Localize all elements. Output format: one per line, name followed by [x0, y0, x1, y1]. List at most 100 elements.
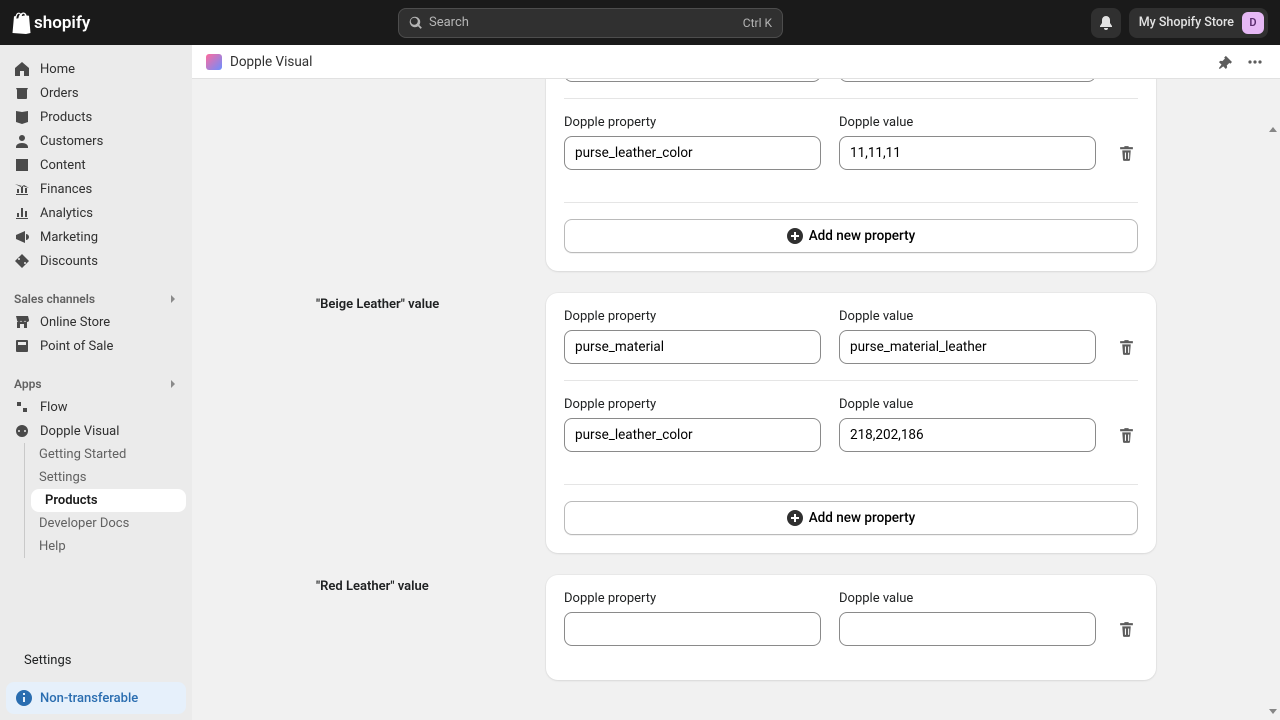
- property-row: Dopple property Dopple value: [564, 380, 1138, 468]
- sidebar-sub-help[interactable]: Help: [25, 535, 192, 558]
- trash-icon: [1118, 339, 1135, 356]
- apps-header[interactable]: Apps: [0, 370, 192, 395]
- trash-icon: [1118, 621, 1135, 638]
- property-input[interactable]: [564, 330, 821, 364]
- search-input[interactable]: Search Ctrl K: [398, 8, 783, 38]
- property-input[interactable]: [564, 418, 821, 452]
- variant-row: "Red Leather" value Dopple property Dopp…: [316, 575, 1156, 680]
- value-label: Dopple value: [839, 397, 1096, 412]
- analytics-icon: [14, 205, 30, 221]
- avatar: D: [1242, 12, 1264, 34]
- dopple-icon: [14, 423, 30, 439]
- more-button[interactable]: [1244, 60, 1266, 64]
- sidebar-item-analytics[interactable]: Analytics: [0, 201, 192, 225]
- property-row: Dopple property Dopple value: [564, 591, 1138, 662]
- sales-channels-header[interactable]: Sales channels: [0, 285, 192, 310]
- bell-icon: [1098, 15, 1114, 31]
- variant-card: Dopple property Dopple value Dopple prop…: [546, 293, 1156, 553]
- value-input[interactable]: [839, 330, 1096, 364]
- notifications-button[interactable]: [1091, 8, 1121, 38]
- topbar: shopify Search Ctrl K My Shopify Store D: [0, 0, 1280, 45]
- value-input[interactable]: [839, 136, 1096, 170]
- variant-title: "Red Leather" value: [316, 579, 526, 594]
- sidebar-item-finances[interactable]: Finances: [0, 177, 192, 201]
- shopify-logo[interactable]: shopify: [12, 12, 90, 34]
- content-area: Dopple Visual Product Options Select pro…: [192, 45, 1280, 720]
- value-input[interactable]: [839, 612, 1096, 646]
- sidebar-sub-settings[interactable]: Settings: [25, 466, 192, 489]
- plus-circle-icon: [787, 228, 803, 244]
- search-icon: [409, 16, 423, 30]
- delete-property-button[interactable]: [1114, 330, 1138, 364]
- add-property-button[interactable]: Add new property: [564, 219, 1138, 253]
- delete-property-button[interactable]: [1114, 79, 1138, 82]
- marketing-icon: [14, 229, 30, 245]
- sidebar-settings[interactable]: Settings: [0, 645, 192, 676]
- sidebar-item-marketing[interactable]: Marketing: [0, 225, 192, 249]
- pin-button[interactable]: [1214, 55, 1236, 69]
- property-input[interactable]: [564, 136, 821, 170]
- app-header: Dopple Visual: [192, 45, 1280, 79]
- content-icon: [14, 157, 30, 173]
- finances-icon: [14, 181, 30, 197]
- store-switcher[interactable]: My Shopify Store D: [1129, 8, 1268, 38]
- property-row: Dopple property Dopple value: [564, 98, 1138, 186]
- sidebar: HomeOrdersProductsCustomersContentFinanc…: [0, 45, 192, 720]
- variant-card: Dopple property Dopple value Dopple prop…: [546, 79, 1156, 271]
- delete-property-button[interactable]: [1114, 612, 1138, 646]
- value-input[interactable]: [839, 79, 1096, 82]
- value-label: Dopple value: [839, 309, 1096, 324]
- orders-icon: [14, 85, 30, 101]
- variant-row: "Black Leather" value Dopple property Do…: [316, 79, 1156, 271]
- dots-icon: [1248, 60, 1262, 64]
- chevron-right-icon: [168, 379, 178, 389]
- trash-icon: [1118, 427, 1135, 444]
- property-input[interactable]: [564, 79, 821, 82]
- variant-title: "Beige Leather" value: [316, 297, 526, 312]
- trash-icon: [1118, 145, 1135, 162]
- sidebar-sub-products[interactable]: Products: [31, 489, 186, 512]
- sidebar-item-content[interactable]: Content: [0, 153, 192, 177]
- chevron-right-icon: [168, 294, 178, 304]
- flow-icon: [14, 399, 30, 415]
- search-placeholder: Search: [429, 15, 743, 30]
- app-name: Dopple Visual: [230, 54, 312, 70]
- store-icon: [14, 314, 30, 330]
- scroll-up-arrow[interactable]: [1269, 127, 1277, 135]
- scroll-down-arrow[interactable]: [1269, 709, 1277, 717]
- property-row: Dopple property Dopple value: [564, 309, 1138, 380]
- sidebar-item-point-of-sale[interactable]: Point of Sale: [0, 334, 192, 358]
- property-input[interactable]: [564, 612, 821, 646]
- scroll-area[interactable]: Product Options Select product option Ma…: [192, 79, 1280, 720]
- logo-text: shopify: [34, 13, 90, 33]
- sidebar-item-orders[interactable]: Orders: [0, 81, 192, 105]
- non-transferable-badge[interactable]: Non-transferable: [6, 682, 186, 714]
- property-label: Dopple property: [564, 115, 821, 130]
- add-property-button[interactable]: Add new property: [564, 501, 1138, 535]
- search-shortcut: Ctrl K: [743, 16, 772, 30]
- topbar-right: My Shopify Store D: [1091, 8, 1268, 38]
- sidebar-sub-getting-started[interactable]: Getting Started: [25, 443, 192, 466]
- property-label: Dopple property: [564, 309, 821, 324]
- sidebar-item-discounts[interactable]: Discounts: [0, 249, 192, 273]
- sidebar-item-products[interactable]: Products: [0, 105, 192, 129]
- sidebar-item-flow[interactable]: Flow: [0, 395, 192, 419]
- sidebar-item-home[interactable]: Home: [0, 57, 192, 81]
- home-icon: [14, 61, 30, 77]
- variant-row: "Beige Leather" value Dopple property Do…: [316, 293, 1156, 553]
- value-input[interactable]: [839, 418, 1096, 452]
- sidebar-sub-developer-docs[interactable]: Developer Docs: [25, 512, 192, 535]
- delete-property-button[interactable]: [1114, 136, 1138, 170]
- property-label: Dopple property: [564, 591, 821, 606]
- products-icon: [14, 109, 30, 125]
- sidebar-item-online-store[interactable]: Online Store: [0, 310, 192, 334]
- sidebar-item-dopple-visual[interactable]: Dopple Visual: [0, 419, 192, 443]
- customers-icon: [14, 133, 30, 149]
- variant-card: Dopple property Dopple value: [546, 575, 1156, 680]
- property-label: Dopple property: [564, 397, 821, 412]
- plus-circle-icon: [787, 510, 803, 526]
- sidebar-item-customers[interactable]: Customers: [0, 129, 192, 153]
- shopify-bag-icon: [12, 12, 32, 34]
- pos-icon: [14, 338, 30, 354]
- delete-property-button[interactable]: [1114, 418, 1138, 452]
